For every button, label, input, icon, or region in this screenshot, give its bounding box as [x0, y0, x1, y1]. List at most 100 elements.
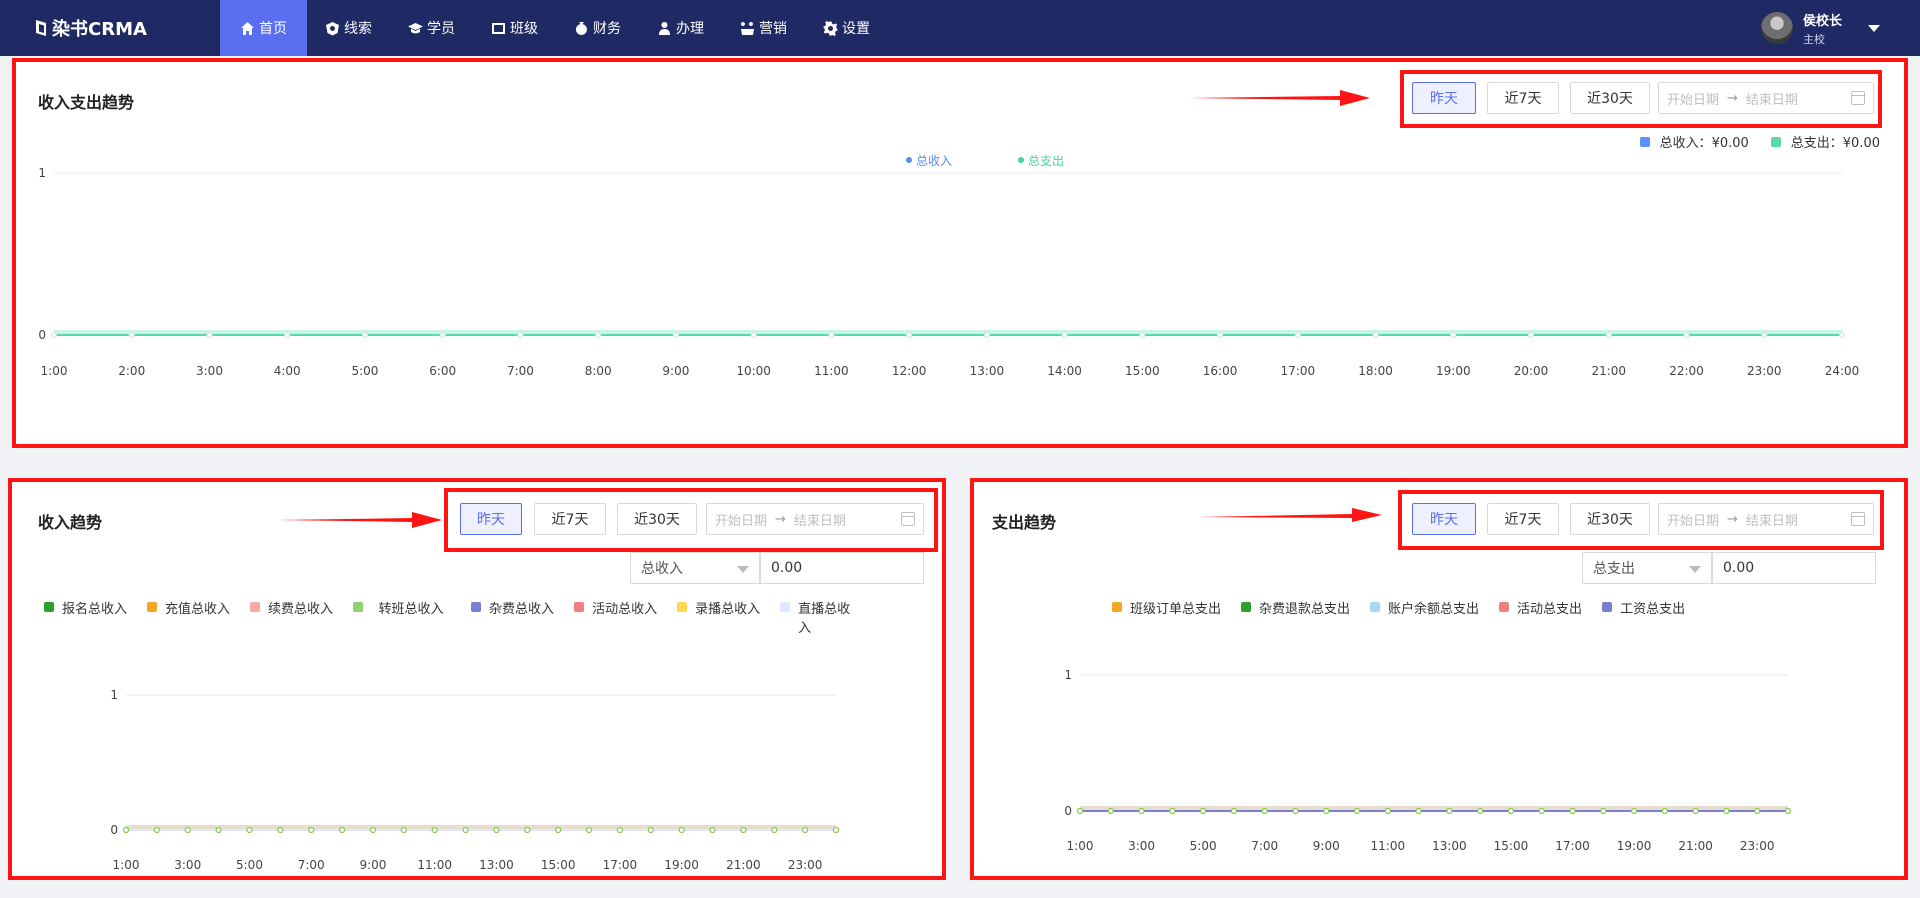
- data-point[interactable]: [832, 826, 840, 834]
- start-date-input[interactable]: 开始日期: [1667, 510, 1719, 529]
- data-point[interactable]: [1384, 807, 1391, 815]
- nav-item-student[interactable]: 学员: [390, 0, 473, 56]
- legend-item[interactable]: 充值总收入: [147, 598, 230, 638]
- user-menu[interactable]: 侯校长 主校: [1760, 8, 1880, 48]
- data-point[interactable]: [983, 331, 990, 339]
- app-logo[interactable]: 染书CRMA: [34, 17, 147, 40]
- data-point[interactable]: [462, 826, 469, 834]
- nav-item-class[interactable]: 班级: [473, 0, 556, 56]
- data-point[interactable]: [1538, 807, 1545, 815]
- legend-item[interactable]: 杂费总收入: [471, 598, 554, 638]
- data-point[interactable]: [1661, 807, 1668, 815]
- legend-item[interactable]: 报名总收入: [44, 598, 127, 638]
- data-point[interactable]: [1761, 331, 1768, 339]
- data-point[interactable]: [1630, 807, 1638, 815]
- yesterday-button[interactable]: 昨天: [460, 503, 522, 535]
- data-point[interactable]: [1527, 331, 1535, 339]
- last-7-days-button[interactable]: 近7天: [1487, 82, 1559, 114]
- nav-item-finance[interactable]: 财务: [556, 0, 639, 56]
- legend-item[interactable]: 账户余额总支出: [1370, 598, 1479, 617]
- data-point[interactable]: [206, 331, 213, 339]
- last-7-days-button[interactable]: 近7天: [1487, 503, 1559, 535]
- data-point[interactable]: [431, 826, 438, 834]
- data-point[interactable]: [361, 331, 369, 339]
- data-point[interactable]: [1294, 331, 1301, 339]
- data-point[interactable]: [1200, 807, 1207, 815]
- data-point[interactable]: [1723, 807, 1730, 815]
- data-point[interactable]: [678, 826, 685, 834]
- data-point[interactable]: [1139, 331, 1146, 339]
- start-date-input[interactable]: 开始日期: [715, 510, 767, 529]
- data-point[interactable]: [338, 826, 346, 834]
- data-point[interactable]: [1683, 331, 1690, 339]
- data-point[interactable]: [1477, 807, 1484, 815]
- data-point[interactable]: [585, 826, 593, 834]
- last-7-days-button[interactable]: 近7天: [534, 503, 606, 535]
- data-point[interactable]: [1061, 331, 1068, 339]
- data-point[interactable]: [750, 331, 757, 339]
- nav-item-gear[interactable]: 设置: [805, 0, 888, 56]
- legend-item[interactable]: 转班总收入: [353, 598, 451, 638]
- data-point[interactable]: [1754, 807, 1761, 815]
- legend-item[interactable]: 续费总收入: [250, 598, 333, 638]
- legend-item[interactable]: 班级订单总支出: [1112, 598, 1221, 617]
- data-point[interactable]: [184, 826, 191, 834]
- nav-item-marketing[interactable]: 营销: [722, 0, 805, 56]
- data-point[interactable]: [595, 331, 602, 339]
- start-date-input[interactable]: 开始日期: [1667, 89, 1719, 108]
- data-point[interactable]: [1076, 807, 1084, 815]
- data-point[interactable]: [122, 826, 130, 834]
- data-point[interactable]: [647, 826, 654, 834]
- data-point[interactable]: [50, 331, 58, 339]
- nav-item-home[interactable]: 首页: [220, 0, 307, 56]
- data-point[interactable]: [153, 826, 160, 834]
- legend-item[interactable]: 活动总收入: [574, 598, 657, 638]
- avatar[interactable]: [1760, 12, 1793, 44]
- date-range-picker[interactable]: 开始日期 → 结束日期: [1658, 503, 1874, 535]
- data-point[interactable]: [1169, 807, 1176, 815]
- data-point[interactable]: [1323, 807, 1330, 815]
- data-point[interactable]: [439, 331, 446, 339]
- data-point[interactable]: [215, 826, 222, 834]
- data-point[interactable]: [1507, 807, 1515, 815]
- chevron-down-icon[interactable]: [1868, 24, 1880, 32]
- data-point[interactable]: [1107, 807, 1114, 815]
- data-point[interactable]: [524, 826, 531, 834]
- legend-item[interactable]: 工资总支出: [1602, 598, 1685, 617]
- end-date-input[interactable]: 结束日期: [1746, 89, 1798, 108]
- date-range-picker[interactable]: 开始日期 → 结束日期: [1658, 82, 1874, 114]
- data-point[interactable]: [1230, 807, 1238, 815]
- data-point[interactable]: [1838, 331, 1846, 339]
- data-point[interactable]: [1353, 807, 1361, 815]
- data-point[interactable]: [284, 331, 291, 339]
- data-point[interactable]: [400, 826, 407, 834]
- end-date-input[interactable]: 结束日期: [1746, 510, 1798, 529]
- data-point[interactable]: [1261, 807, 1268, 815]
- yesterday-button[interactable]: 昨天: [1412, 82, 1476, 114]
- legend-item[interactable]: 杂费退款总支出: [1241, 598, 1350, 617]
- expense-type-select[interactable]: 总支出: [1582, 552, 1712, 584]
- data-point[interactable]: [802, 826, 809, 834]
- data-point[interactable]: [1415, 807, 1422, 815]
- data-point[interactable]: [128, 331, 135, 339]
- last-30-days-button[interactable]: 近30天: [1570, 82, 1650, 114]
- data-point[interactable]: [308, 826, 315, 834]
- data-point[interactable]: [1569, 807, 1576, 815]
- data-point[interactable]: [1605, 331, 1612, 339]
- nav-item-handle[interactable]: 办理: [639, 0, 722, 56]
- last-30-days-button[interactable]: 近30天: [1570, 503, 1650, 535]
- data-point[interactable]: [555, 826, 562, 834]
- legend-item[interactable]: 录播总收入: [677, 598, 760, 638]
- data-point[interactable]: [1372, 331, 1379, 339]
- legend-item[interactable]: 直播总收入: [780, 598, 860, 638]
- last-30-days-button[interactable]: 近30天: [617, 503, 697, 535]
- data-point[interactable]: [906, 331, 913, 339]
- date-range-picker[interactable]: 开始日期 → 结束日期: [706, 503, 924, 535]
- data-point[interactable]: [517, 331, 524, 339]
- data-point[interactable]: [493, 826, 500, 834]
- data-point[interactable]: [1216, 331, 1224, 339]
- data-point[interactable]: [616, 826, 624, 834]
- data-point[interactable]: [1692, 807, 1699, 815]
- data-point[interactable]: [1292, 807, 1299, 815]
- data-point[interactable]: [709, 826, 716, 834]
